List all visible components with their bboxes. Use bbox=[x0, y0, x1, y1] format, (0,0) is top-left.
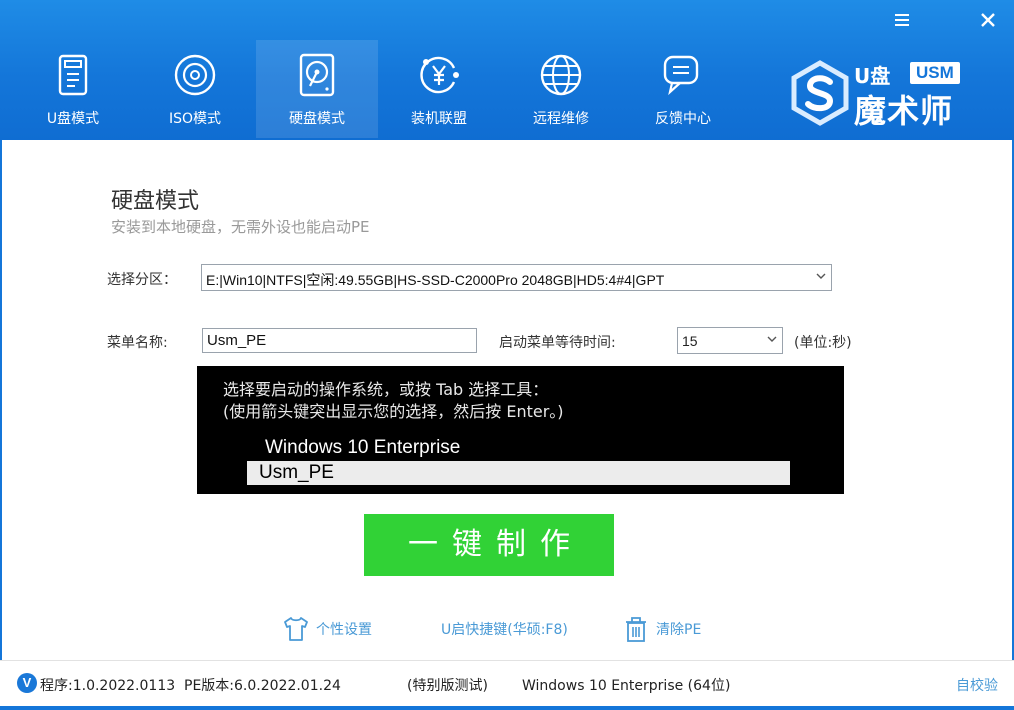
page-subtitle: 安装到本地硬盘，无需外设也能启动PE bbox=[111, 218, 370, 236]
nav-remote-repair[interactable]: 远程维修 bbox=[500, 40, 622, 138]
main-nav: U盘模式 ISO模式 硬盘模式 装机联盟 远程维修 反馈中心 bbox=[12, 40, 744, 138]
chat-feedback-icon bbox=[663, 55, 699, 96]
partition-select[interactable]: E:|Win10|NTFS|空闲:49.55GB|HS-SSD-C2000Pro… bbox=[201, 264, 832, 291]
nav-label: 反馈中心 bbox=[655, 111, 711, 127]
edition-label: (特别版测试) bbox=[407, 678, 488, 694]
preview-option-windows: Windows 10 Enterprise bbox=[265, 437, 461, 458]
nav-label: 远程维修 bbox=[533, 111, 589, 127]
status-bar: V 程序:1.0.2022.0113 PE版本:6.0.2022.01.24 (… bbox=[0, 660, 1014, 710]
logo-u-text: U盘 bbox=[854, 64, 891, 88]
wait-unit-label: (单位:秒) bbox=[794, 335, 852, 351]
logo-usm-badge: USM bbox=[910, 62, 960, 84]
preview-instruction-line2: (使用箭头键突出显示您的选择，然后按 Enter。) bbox=[223, 402, 564, 421]
preview-instruction-line1: 选择要启动的操作系统，或按 Tab 选择工具： bbox=[223, 380, 549, 399]
preview-option-pe: Usm_PE bbox=[259, 462, 334, 483]
app-logo: U盘 USM 魔术师 bbox=[790, 58, 990, 130]
wait-time-value: 15 bbox=[682, 333, 698, 349]
header-bar: U盘模式 ISO模式 硬盘模式 装机联盟 远程维修 反馈中心 U盘 USM 魔术… bbox=[0, 0, 1014, 140]
personalize-label: 个性设置 bbox=[316, 622, 372, 638]
boot-menu-preview: 选择要启动的操作系统，或按 Tab 选择工具： (使用箭头键突出显示您的选择，然… bbox=[197, 366, 844, 494]
nav-usb-mode[interactable]: U盘模式 bbox=[12, 40, 134, 138]
os-label: Windows 10 Enterprise (64位) bbox=[522, 678, 731, 694]
menu-name-input[interactable] bbox=[202, 328, 477, 353]
disc-icon bbox=[174, 54, 216, 96]
usb-hotkey-label: U启快捷键(华硕:F8) bbox=[441, 622, 568, 638]
personalize-button[interactable]: 个性设置 bbox=[282, 614, 372, 644]
clear-pe-button[interactable]: 清除PE bbox=[622, 614, 701, 644]
menu-name-label: 菜单名称: bbox=[107, 335, 168, 351]
nav-install-alliance[interactable]: 装机联盟 bbox=[378, 40, 500, 138]
yen-network-icon bbox=[420, 56, 459, 94]
hard-disk-icon bbox=[299, 53, 335, 97]
usb-drive-icon bbox=[58, 54, 88, 96]
globe-icon bbox=[540, 54, 582, 96]
page-title: 硬盘模式 bbox=[111, 189, 200, 214]
nav-label: ISO模式 bbox=[168, 111, 222, 127]
wait-time-label: 启动菜单等待时间: bbox=[499, 335, 616, 351]
logo-s-icon bbox=[791, 60, 849, 126]
version-v-icon: V bbox=[17, 673, 37, 693]
nav-label: 硬盘模式 bbox=[289, 111, 345, 127]
nav-label: U盘模式 bbox=[46, 111, 100, 127]
logo-name: 魔术师 bbox=[854, 92, 954, 130]
nav-iso-mode[interactable]: ISO模式 bbox=[134, 40, 256, 138]
close-icon[interactable] bbox=[976, 10, 1000, 34]
partition-value: E:|Win10|NTFS|空闲:49.55GB|HS-SSD-C2000Pro… bbox=[206, 272, 665, 288]
preview-option-selected: Usm_PE bbox=[247, 461, 790, 485]
clear-pe-label: 清除PE bbox=[656, 622, 702, 638]
window-frame-left bbox=[0, 140, 2, 710]
window-frame-bottom bbox=[0, 706, 1014, 710]
self-check-link[interactable]: 自校验 bbox=[956, 675, 998, 695]
program-version: 程序:1.0.2022.0113 bbox=[40, 678, 176, 694]
nav-feedback-center[interactable]: 反馈中心 bbox=[622, 40, 744, 138]
wait-time-select[interactable]: 15 bbox=[677, 327, 783, 354]
trash-icon bbox=[626, 617, 646, 642]
chevron-down-icon bbox=[767, 336, 777, 342]
nav-label: 装机联盟 bbox=[411, 111, 467, 127]
partition-label: 选择分区： bbox=[107, 272, 177, 288]
chevron-down-icon bbox=[816, 273, 826, 279]
usb-hotkey-link[interactable]: U启快捷键(华硕:F8) bbox=[441, 614, 568, 644]
tshirt-icon bbox=[284, 617, 308, 641]
nav-hard-disk-mode[interactable]: 硬盘模式 bbox=[256, 40, 378, 138]
pe-version: PE版本:6.0.2022.01.24 bbox=[184, 678, 341, 694]
menu-icon[interactable] bbox=[890, 10, 914, 34]
one-click-make-button[interactable]: 一键制作 bbox=[364, 514, 614, 576]
